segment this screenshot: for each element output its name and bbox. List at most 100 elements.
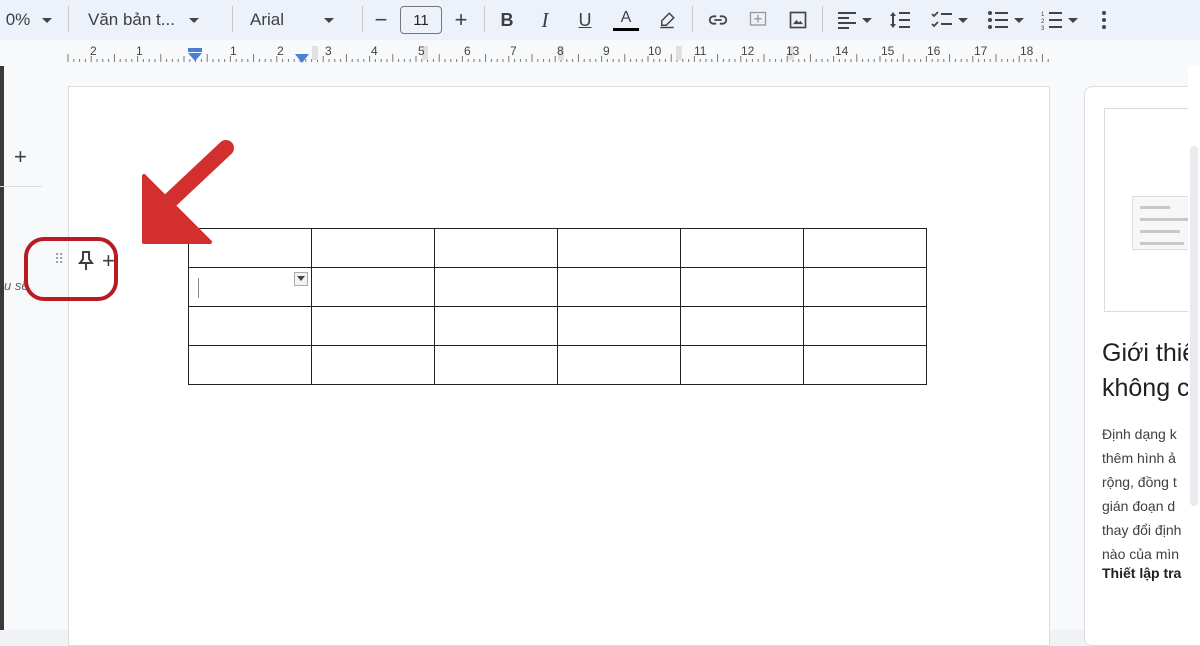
table-cell[interactable]: [434, 228, 558, 268]
table-cell[interactable]: [557, 228, 681, 268]
ruler-label: 11: [694, 44, 707, 58]
table-row[interactable]: [188, 228, 927, 268]
insert-link-button[interactable]: [704, 0, 732, 40]
thumbnail-line: [1140, 230, 1180, 233]
left-indent-icon[interactable]: [295, 54, 309, 64]
ruler-label: 3: [325, 44, 332, 58]
bulleted-list-button[interactable]: [982, 0, 1028, 40]
bullet-list-icon: [987, 11, 1008, 29]
table-cell[interactable]: [803, 267, 927, 307]
ruler-label: 9: [603, 44, 610, 58]
table-cell[interactable]: [680, 228, 804, 268]
table-cell[interactable]: [188, 267, 312, 307]
highlighter-icon: [660, 12, 675, 29]
chevron-down-icon: [1013, 17, 1024, 23]
side-panel-title-line: không c: [1102, 374, 1190, 402]
ruler-label: 18: [1020, 44, 1034, 58]
table-cell[interactable]: [311, 306, 435, 346]
table-cell[interactable]: [680, 267, 804, 307]
zoom-select[interactable]: 0%: [0, 0, 58, 40]
annotation-arrow-icon: [142, 140, 234, 244]
ruler-label: 12: [741, 44, 755, 58]
font-family-value: Arial: [250, 10, 285, 29]
table-cell[interactable]: [311, 228, 435, 268]
underline-icon: U: [578, 9, 592, 30]
table-row[interactable]: [188, 345, 927, 385]
ruler-label: 8: [557, 44, 564, 58]
side-panel-scrollbar[interactable]: [1190, 146, 1198, 506]
font-size-field[interactable]: 11: [400, 6, 442, 34]
table-cell[interactable]: [434, 345, 558, 385]
add-tab-button[interactable]: +: [14, 144, 27, 170]
table-cell[interactable]: [434, 306, 558, 346]
paragraph-style-value: Văn bản t...: [88, 10, 175, 29]
font-size-value: 11: [413, 11, 429, 29]
document-table[interactable]: [188, 228, 927, 385]
text-color-button[interactable]: A: [612, 0, 640, 40]
align-button[interactable]: [832, 0, 876, 40]
chevron-down-icon: [861, 17, 872, 23]
chevron-down-icon: [324, 17, 335, 23]
table-cell[interactable]: [188, 345, 312, 385]
table-cell[interactable]: [311, 345, 435, 385]
table-cell[interactable]: [557, 345, 681, 385]
font-size-input[interactable]: 11: [400, 6, 442, 34]
minus-icon: −: [374, 7, 388, 32]
numbered-list-button[interactable]: 1 2 3: [1036, 0, 1082, 40]
checklist-button[interactable]: [926, 0, 972, 40]
table-row[interactable]: [188, 306, 927, 346]
increase-font-size-button[interactable]: +: [448, 0, 474, 40]
table-cell[interactable]: [803, 345, 927, 385]
bold-icon: B: [500, 9, 514, 30]
table-cell[interactable]: [680, 345, 804, 385]
toolbar-divider: [68, 6, 69, 32]
toolbar-divider: [362, 6, 363, 32]
italic-button[interactable]: I: [532, 0, 558, 40]
first-line-indent-icon[interactable]: [187, 48, 203, 62]
toolbar-divider: [822, 6, 823, 32]
cell-menu-button[interactable]: [294, 272, 308, 286]
font-family-select[interactable]: Arial: [240, 0, 360, 40]
side-panel-text-line: nào của mìn: [1102, 546, 1180, 562]
bold-button[interactable]: B: [494, 0, 520, 40]
ruler-label: 17: [974, 44, 988, 58]
table-row[interactable]: [188, 267, 927, 307]
ruler[interactable]: 2 1 1 2 3 4 5 6 7 8 9 10 11 12 13 14 15 16 17 18: [0, 40, 1200, 66]
table-cell[interactable]: [311, 267, 435, 307]
add-comment-button[interactable]: [744, 0, 772, 40]
table-cell[interactable]: [557, 267, 681, 307]
insert-image-button[interactable]: [784, 0, 812, 40]
line-spacing-button[interactable]: [886, 0, 914, 40]
table-cell[interactable]: [434, 267, 558, 307]
more-icon: [1102, 11, 1106, 29]
table-cell[interactable]: [188, 306, 312, 346]
table-cell[interactable]: [803, 228, 927, 268]
underline-button[interactable]: U: [572, 0, 598, 40]
paragraph-style-select[interactable]: Văn bản t...: [78, 0, 228, 40]
svg-text:3: 3: [1041, 26, 1045, 30]
table-cell[interactable]: [803, 306, 927, 346]
table-cell[interactable]: [557, 306, 681, 346]
svg-text:2: 2: [1041, 19, 1045, 25]
toolbar-divider: [692, 6, 693, 32]
outline-divider: [0, 186, 42, 187]
toolbar-divider: [484, 6, 485, 32]
checklist-icon: [930, 11, 952, 28]
ruler-label: 4: [371, 44, 378, 58]
side-panel-link[interactable]: Thiết lập tra: [1102, 565, 1181, 581]
window-left-edge: [0, 66, 4, 630]
thumbnail-line: [1140, 242, 1184, 245]
decrease-font-size-button[interactable]: −: [368, 0, 394, 40]
side-panel-text-line: thay đổi định: [1102, 522, 1182, 538]
align-left-icon: [837, 12, 856, 29]
chevron-down-icon: [188, 17, 199, 23]
more-options-button[interactable]: [1092, 0, 1116, 40]
ruler-label: 10: [648, 44, 662, 58]
chevron-down-icon: [1067, 17, 1078, 23]
table-cell[interactable]: [680, 306, 804, 346]
ruler-label: 2: [90, 44, 97, 58]
svg-text:1: 1: [1041, 12, 1045, 18]
highlight-color-button[interactable]: [654, 0, 680, 40]
plus-icon: +: [454, 7, 468, 32]
ruler-label: 6: [464, 44, 471, 58]
